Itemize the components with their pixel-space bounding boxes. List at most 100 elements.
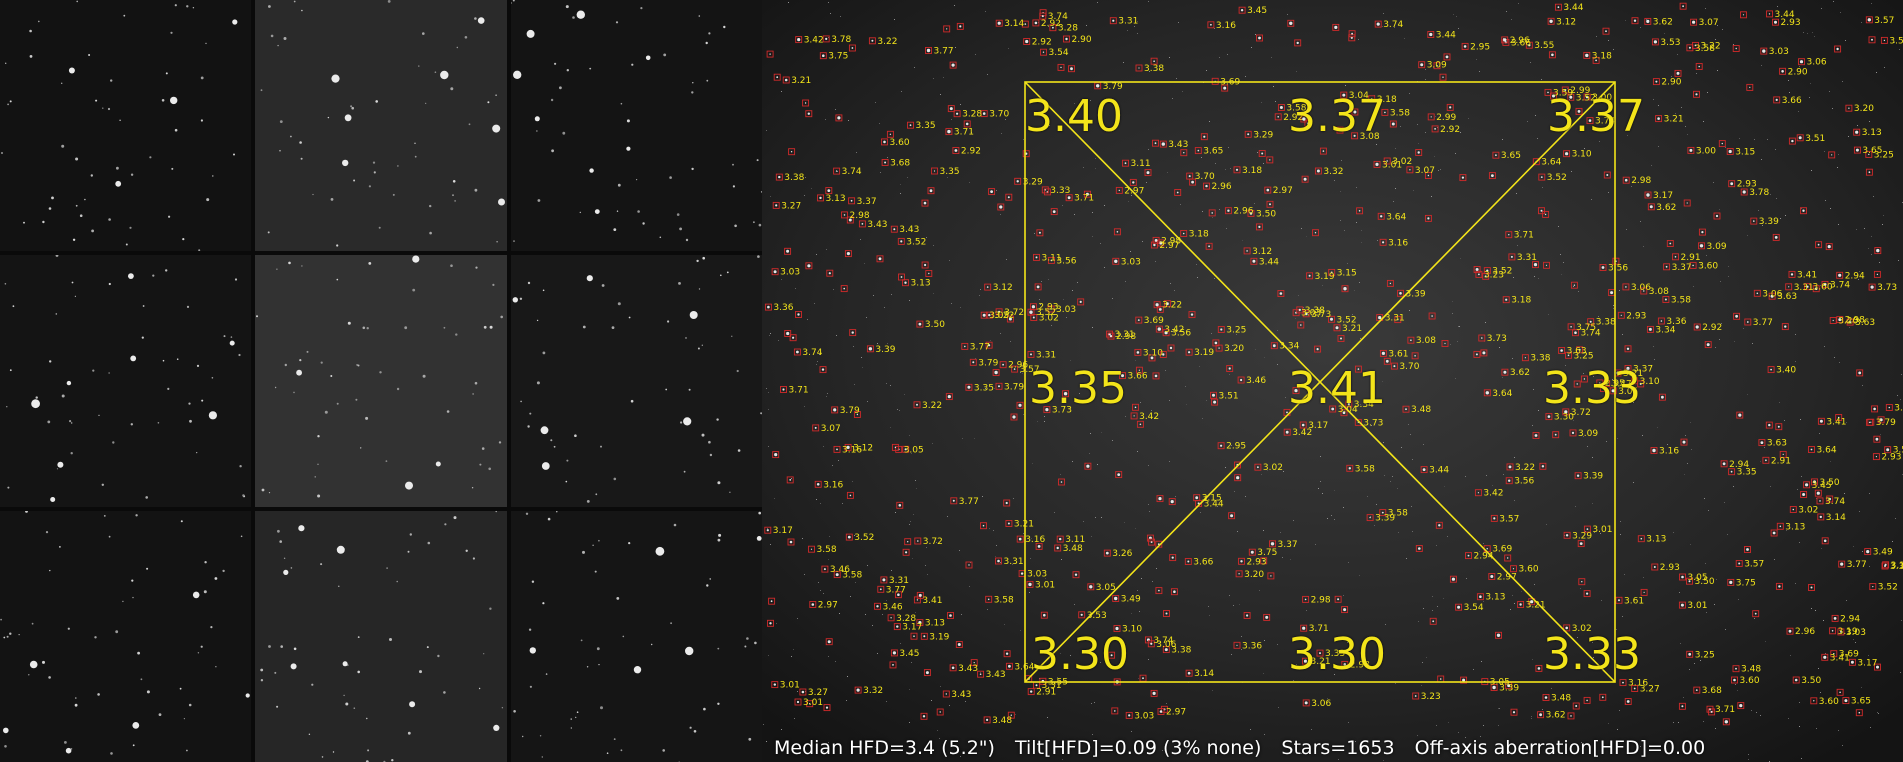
tile-star <box>137 651 141 655</box>
star <box>1495 154 1497 157</box>
tile-star <box>268 231 271 234</box>
tile-star <box>579 211 581 214</box>
star-hfd-label: 3.66 <box>1128 372 1148 382</box>
sky-grain <box>1899 49 1900 50</box>
star <box>1699 244 1704 248</box>
star-hfd-label: 2.95 <box>1226 442 1246 452</box>
sky-grain <box>1535 115 1536 116</box>
hfd-analysis-view[interactable]: 2.93 3.77 3.35 3.61 3.21 3.13 3.01 3.65 3.07 3.52… <box>762 0 1903 762</box>
tile-star <box>498 198 506 206</box>
star <box>801 690 805 694</box>
tile-star <box>56 468 59 470</box>
sky-grain <box>1613 308 1614 309</box>
tile-star <box>238 354 241 357</box>
star <box>1409 169 1411 171</box>
star <box>939 711 941 713</box>
tile-star <box>365 417 369 421</box>
sky-grain <box>1900 399 1901 400</box>
sky-grain <box>1229 374 1230 375</box>
sky-grain <box>1385 624 1386 625</box>
tile-star <box>391 758 394 762</box>
star <box>1213 400 1217 404</box>
tile-star <box>330 198 334 201</box>
star <box>1277 116 1279 118</box>
tile-star <box>358 635 360 638</box>
sky-grain <box>1020 630 1021 631</box>
tile-star <box>545 672 548 675</box>
sky-grain <box>1486 475 1487 476</box>
tile-star <box>642 222 645 225</box>
star-hfd-label: 3.13 <box>1646 535 1666 545</box>
tile-star <box>425 102 427 104</box>
star-hfd-label: 3.71 <box>789 386 809 396</box>
tile-star <box>537 199 540 202</box>
tile-star <box>276 705 279 708</box>
star <box>1695 689 1698 691</box>
star-hfd-label: 3.39 <box>1406 289 1426 299</box>
star-hfd-label: 2.93 <box>1660 563 1680 573</box>
sky-grain <box>1127 30 1128 31</box>
sky-grain <box>1242 240 1243 241</box>
sky-grain <box>797 691 798 692</box>
sky-grain <box>1613 49 1614 50</box>
star <box>923 201 927 205</box>
tile-star <box>84 198 86 201</box>
star <box>1544 213 1547 216</box>
tile-star <box>586 665 588 668</box>
sky-grain <box>1465 476 1466 477</box>
star-hfd-label: 3.39 <box>1583 472 1603 482</box>
sky-grain <box>1871 236 1872 237</box>
star <box>959 25 962 28</box>
sky-grain <box>1104 205 1105 206</box>
sky-grain <box>951 119 952 120</box>
sky-grain <box>1421 685 1422 686</box>
tile-star <box>284 364 288 367</box>
star <box>1212 393 1215 397</box>
sky-grain <box>1091 703 1092 704</box>
star-hfd-label: 3.48 <box>1411 405 1431 415</box>
sky-grain <box>1152 581 1153 582</box>
star-hfd-label: 3.09 <box>1427 61 1447 71</box>
star-hfd-label: 3.03 <box>1134 711 1154 721</box>
tile-star <box>414 142 417 144</box>
star <box>1486 548 1488 550</box>
tile-star <box>343 694 346 696</box>
sky-grain <box>1842 745 1843 746</box>
sky-grain <box>975 54 976 55</box>
star <box>1335 326 1339 330</box>
sky-grain <box>909 722 910 723</box>
sky-grain <box>1801 758 1802 759</box>
star <box>851 47 854 49</box>
star <box>1618 599 1620 602</box>
sky-grain <box>899 410 900 411</box>
sky-grain <box>1473 669 1474 670</box>
star <box>1417 151 1420 154</box>
sky-grain <box>985 11 986 12</box>
star-hfd-label: 3.71 <box>954 128 974 138</box>
sky-grain <box>1225 169 1226 170</box>
star <box>1431 315 1433 317</box>
star <box>954 149 958 152</box>
sky-grain <box>1174 290 1175 291</box>
sky-grain <box>1398 532 1399 533</box>
star <box>1434 127 1436 130</box>
sky-grain <box>1653 99 1654 100</box>
tile-star <box>336 244 339 247</box>
sky-grain <box>1498 708 1499 709</box>
tile-star <box>245 693 250 698</box>
star <box>1018 537 1022 541</box>
star <box>1153 60 1155 62</box>
star-hfd-label: 3.57 <box>1874 16 1894 26</box>
star-hfd-label: 3.01 <box>1592 525 1612 535</box>
sky-grain <box>1209 121 1210 122</box>
tile-star <box>571 16 575 19</box>
sky-grain <box>1834 357 1835 358</box>
star-hfd-label: 3.29 <box>1253 130 1273 140</box>
star <box>916 599 919 601</box>
star <box>1043 613 1046 617</box>
tile-star <box>574 716 577 718</box>
star-hfd-label: 3.45 <box>899 649 919 659</box>
star <box>1052 210 1056 214</box>
star <box>896 625 899 628</box>
star-hfd-label: 3.10 <box>1640 377 1660 387</box>
